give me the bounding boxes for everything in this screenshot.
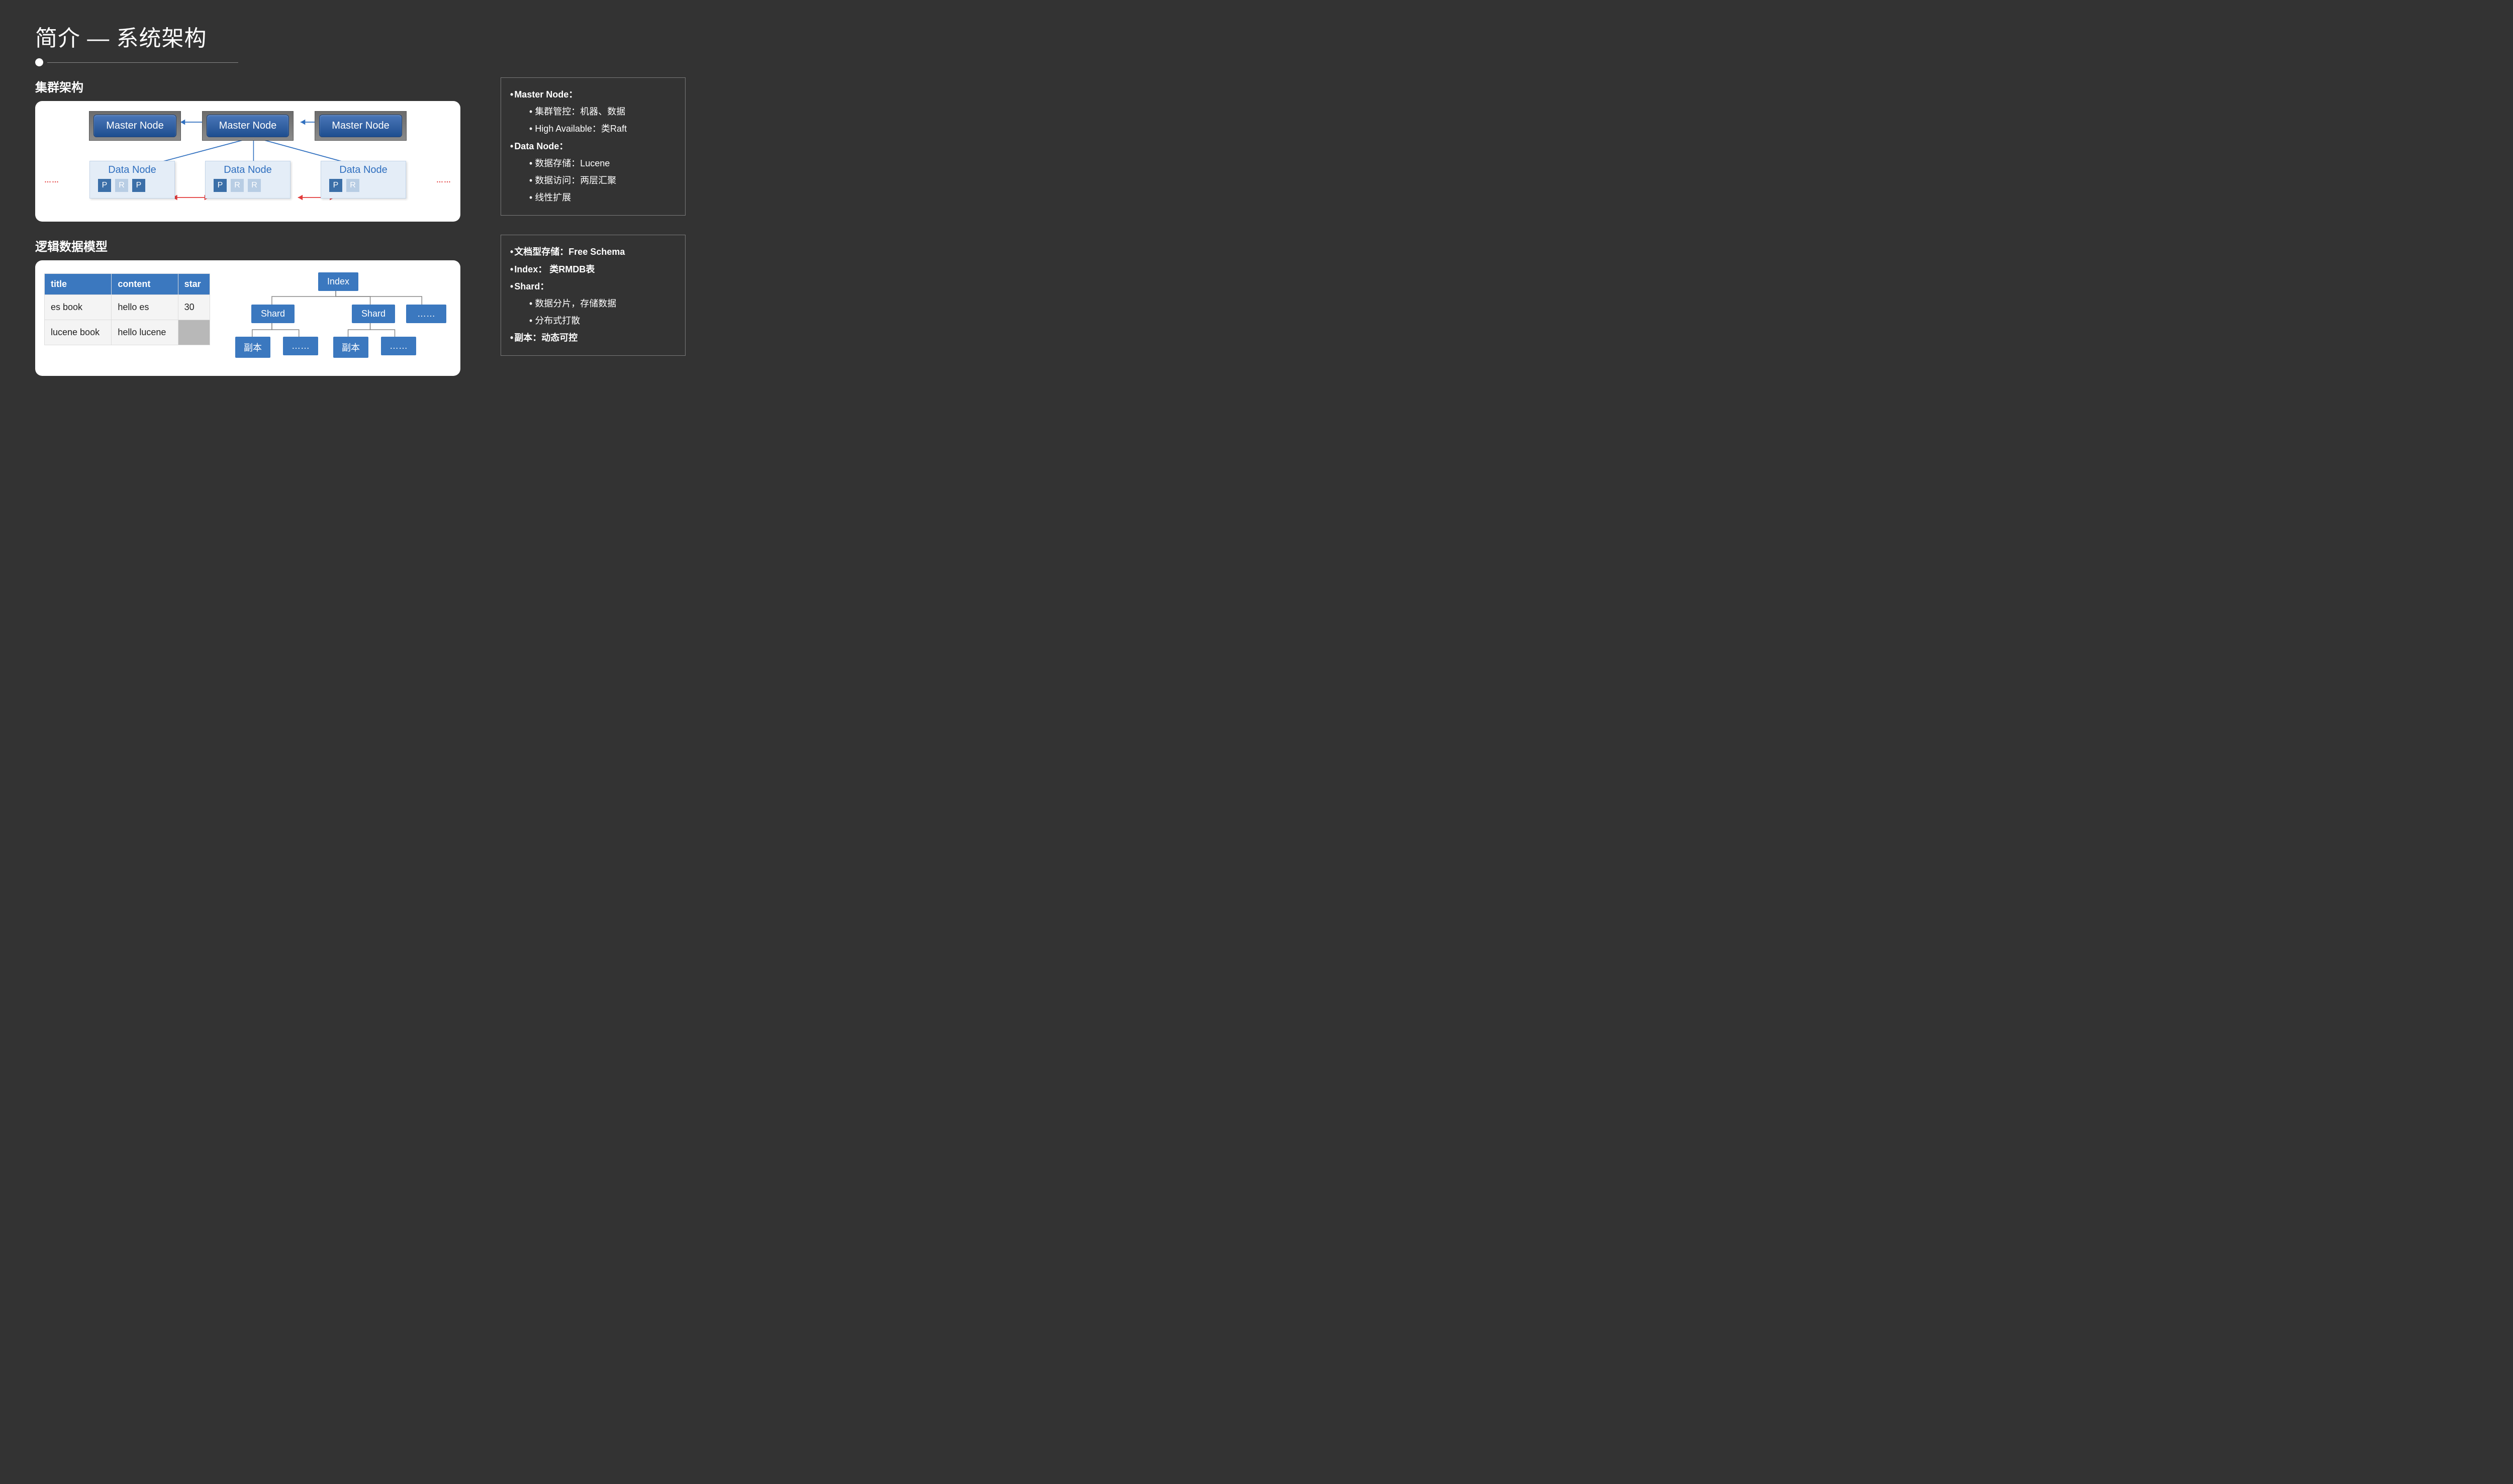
index-tree: Index Shard Shard …… 副本 …… 副本 …… (225, 270, 451, 371)
page-title: 简介 — 系统架构 (35, 20, 686, 52)
master-node: Master Node (319, 115, 402, 137)
section-heading-cluster: 集群架构 (35, 77, 460, 95)
info-heading: 副本：动态可控 (510, 329, 676, 346)
data-node-label: Data Node (95, 164, 169, 176)
data-node-label: Data Node (326, 164, 401, 176)
replica-shard: R (346, 179, 359, 192)
primary-shard: P (329, 179, 342, 192)
info-item: 数据存储：Lucene (529, 155, 676, 172)
info-heading: Data Node： (510, 138, 676, 155)
info-heading: Index： 类RMDB表 (510, 261, 676, 278)
ellipsis-left: …… (44, 176, 59, 184)
table-header: content (112, 274, 178, 295)
info-box-model: 文档型存储：Free Schema Index： 类RMDB表 Shard： 数… (501, 235, 686, 356)
data-table: title content star es book hello es 30 l… (44, 273, 210, 345)
table-cell: 30 (178, 295, 210, 320)
master-node: Master Node (207, 115, 289, 137)
tree-shard: Shard (352, 305, 395, 323)
title-underline (35, 58, 686, 66)
table-row: lucene book hello lucene (45, 320, 210, 345)
ellipsis-right: …… (436, 176, 451, 184)
info-item: 集群管控：机器、数据 (529, 103, 676, 120)
replica-shard: R (248, 179, 261, 192)
tree-root-index: Index (318, 272, 358, 291)
tree-replica: 副本 (235, 337, 270, 358)
info-item: 线性扩展 (529, 189, 676, 206)
title-dot-icon (35, 58, 43, 66)
info-item: 数据分片，存储数据 (529, 295, 676, 312)
table-header: title (45, 274, 112, 295)
master-node: Master Node (93, 115, 176, 137)
table-cell: lucene book (45, 320, 112, 345)
cluster-panel: Master Node Master Node Master Node …… D… (35, 101, 460, 222)
table-header: star (178, 274, 210, 295)
logical-panel: title content star es book hello es 30 l… (35, 260, 460, 376)
tree-ellipsis: …… (283, 337, 318, 355)
primary-shard: P (98, 179, 111, 192)
tree-ellipsis: …… (406, 305, 446, 323)
replica-shard: R (231, 179, 244, 192)
master-node-frame: Master Node (89, 111, 181, 141)
title-line (47, 62, 238, 63)
master-node-frame: Master Node (202, 111, 294, 141)
table-cell-empty (178, 320, 210, 345)
data-node-label: Data Node (211, 164, 285, 176)
data-node: Data Node P R (321, 161, 406, 199)
info-box-nodes: Master Node： 集群管控：机器、数据 High Available：类… (501, 77, 686, 216)
section-heading-logical: 逻辑数据模型 (35, 237, 460, 254)
data-node: Data Node P R P (89, 161, 175, 199)
master-node-frame: Master Node (315, 111, 407, 141)
info-heading: Shard： (510, 278, 676, 295)
tree-replica: 副本 (333, 337, 368, 358)
info-heading: Master Node： (510, 86, 676, 103)
primary-shard: P (214, 179, 227, 192)
table-cell: hello lucene (112, 320, 178, 345)
tree-shard: Shard (251, 305, 295, 323)
table-cell: es book (45, 295, 112, 320)
info-item: High Available：类Raft (529, 120, 676, 137)
replica-shard: R (115, 179, 128, 192)
tree-ellipsis: …… (381, 337, 416, 355)
table-row: es book hello es 30 (45, 295, 210, 320)
info-item: 分布式打散 (529, 312, 676, 329)
info-item: 数据访问：两层汇聚 (529, 172, 676, 189)
table-cell: hello es (112, 295, 178, 320)
primary-shard: P (132, 179, 145, 192)
data-node: Data Node P R R (205, 161, 291, 199)
info-heading: 文档型存储：Free Schema (510, 243, 676, 260)
